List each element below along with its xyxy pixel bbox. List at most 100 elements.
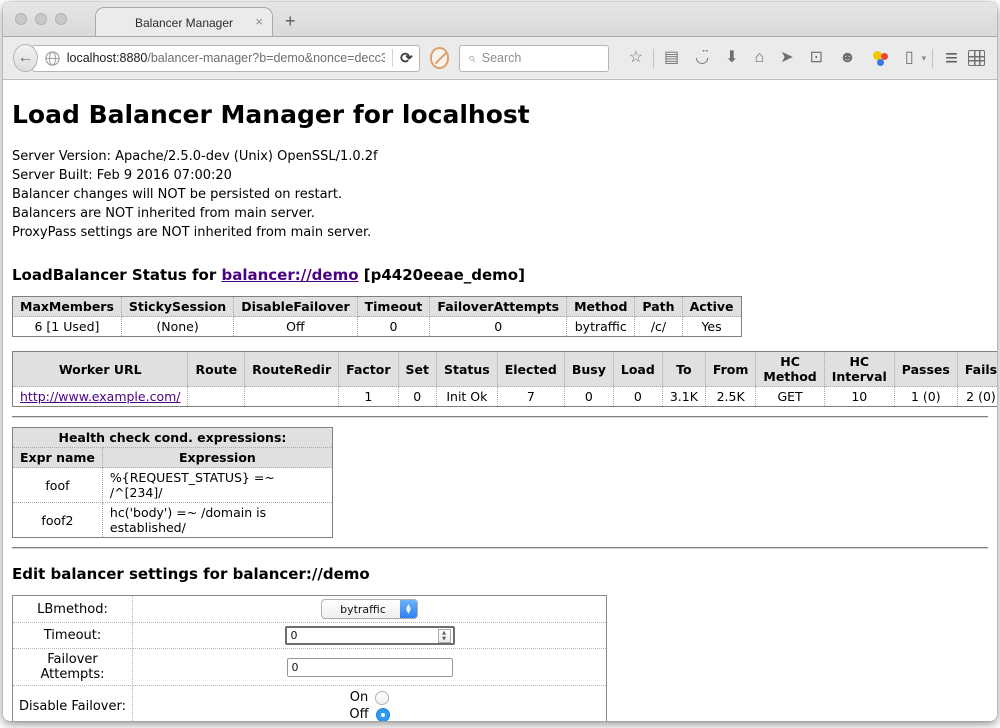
- health-row-foof: foof %{REQUEST_STATUS} =~ /^[234]/: [13, 468, 333, 503]
- col-routeredir: RouteRedir: [245, 352, 339, 387]
- server-version-line: Server Version: Apache/2.5.0-dev (Unix) …: [12, 147, 988, 166]
- window-controls[interactable]: [15, 13, 67, 25]
- browser-window: Balancer Manager × + ← localhost:8880/ba…: [3, 2, 997, 721]
- divider-1: [12, 416, 988, 418]
- content-blocker-icon[interactable]: [430, 47, 450, 69]
- val-load: 0: [613, 387, 662, 407]
- back-button[interactable]: ←: [13, 44, 38, 72]
- col-elected: Elected: [497, 352, 564, 387]
- reload-icon[interactable]: ⟳: [400, 49, 413, 67]
- site-identity-globe-icon: [45, 51, 60, 66]
- col-method: Method: [567, 297, 635, 317]
- val-expr-name-2: foof2: [13, 503, 103, 538]
- page-content: Load Balancer Manager for localhost Serv…: [3, 80, 997, 721]
- minimize-window-button[interactable]: [35, 13, 47, 25]
- urlbar-separator: [392, 49, 393, 67]
- failover-attempts-input[interactable]: [287, 658, 453, 677]
- health-title-row: Health check cond. expressions:: [13, 428, 333, 448]
- toolbar-separator: [653, 49, 654, 68]
- search-icon: ⌕: [468, 50, 475, 66]
- edit-settings-heading: Edit balancer settings for balancer://de…: [12, 565, 988, 583]
- downloads-icon[interactable]: ⬇: [717, 50, 746, 66]
- colored-dots-extension-icon[interactable]: [872, 50, 889, 66]
- bookmark-star-icon[interactable]: ☆: [621, 50, 651, 66]
- proxypass-note-line: ProxyPass settings are NOT inherited fro…: [12, 223, 988, 242]
- col-disablefailover: DisableFailover: [234, 297, 357, 317]
- col-failoverattempts: FailoverAttempts: [430, 297, 567, 317]
- disable-failover-row: Disable Failover: On Off: [13, 686, 607, 722]
- server-built-line: Server Built: Feb 9 2016 07:00:20: [12, 166, 988, 185]
- radio-on-label: On: [350, 689, 368, 706]
- url-text[interactable]: localhost:8880/balancer-manager?b=demo&n…: [67, 51, 385, 65]
- val-status: Init Ok: [437, 387, 498, 407]
- save-page-extension-icon[interactable]: ⊡: [802, 50, 831, 66]
- col-from: From: [705, 352, 756, 387]
- radio-off-label: Off: [349, 706, 368, 721]
- val-disablefailover: Off: [234, 317, 357, 337]
- tab-balancer-manager[interactable]: Balancer Manager ×: [95, 7, 273, 37]
- select-arrows-icon: ▲▼: [400, 600, 417, 618]
- val-hc-interval: 10: [824, 387, 894, 407]
- col-route: Route: [188, 352, 245, 387]
- val-expr-name-1: foof: [13, 468, 103, 503]
- search-placeholder: Search: [482, 51, 522, 65]
- col-passes: Passes: [894, 352, 957, 387]
- worker-header-row: Worker URL Route RouteRedir Factor Set S…: [13, 352, 998, 387]
- new-tab-button[interactable]: +: [285, 11, 296, 32]
- col-factor: Factor: [339, 352, 398, 387]
- search-bar[interactable]: ⌕ Search: [459, 45, 608, 72]
- toolbar-icons: ☆ ▤ ◡̈ ⬇ ⌂ ➤ ⊡ ☻ ▯ ▾ ≡: [621, 48, 987, 68]
- val-set: 0: [398, 387, 436, 407]
- col-expression: Expression: [102, 448, 332, 468]
- timeout-input[interactable]: [285, 626, 455, 645]
- col-status: Status: [437, 352, 498, 387]
- zoom-window-button[interactable]: [55, 13, 67, 25]
- col-to: To: [662, 352, 705, 387]
- timeout-row: Timeout: ▲▼: [13, 623, 607, 649]
- worker-row: http://www.example.com/ 1 0 Init Ok 7 0 …: [13, 387, 998, 407]
- tab-close-icon[interactable]: ×: [255, 15, 263, 29]
- col-path: Path: [635, 297, 682, 317]
- balancer-status-row: 6 [1 Used] (None) Off 0 0 bytraffic /c/ …: [13, 317, 742, 337]
- tab-groups-icon[interactable]: [968, 50, 985, 66]
- overflow-caret-icon[interactable]: ▾: [922, 53, 931, 64]
- col-set: Set: [398, 352, 436, 387]
- send-tab-icon[interactable]: ➤: [772, 50, 801, 66]
- col-maxmembers: MaxMembers: [13, 297, 122, 317]
- balancer-demo-link[interactable]: balancer://demo: [221, 266, 358, 284]
- menu-icon[interactable]: ≡: [935, 48, 968, 68]
- health-header-row: Expr name Expression: [13, 448, 333, 468]
- divider-2: [12, 547, 988, 549]
- pocket-icon[interactable]: ◡̈: [687, 50, 717, 66]
- emoji-extension-icon[interactable]: ☻: [831, 50, 864, 66]
- val-maxmembers: 6 [1 Used]: [13, 317, 122, 337]
- lbmethod-select[interactable]: bytraffic ▲▼: [321, 599, 418, 619]
- url-bar[interactable]: localhost:8880/balancer-manager?b=demo&n…: [32, 45, 420, 72]
- loadbalancer-status-heading: LoadBalancer Status for balancer://demo …: [12, 266, 988, 284]
- col-expr-name: Expr name: [13, 448, 103, 468]
- clipboard-extension-icon[interactable]: ▯: [897, 50, 922, 66]
- close-window-button[interactable]: [15, 13, 27, 25]
- home-icon[interactable]: ⌂: [746, 50, 772, 66]
- val-expression-2: hc('body') =~ /domain is established/: [102, 503, 332, 538]
- tab-bar: Balancer Manager × +: [3, 2, 997, 37]
- val-factor: 1: [339, 387, 398, 407]
- failover-attempts-label: Failover Attempts:: [13, 649, 133, 686]
- val-failoverattempts: 0: [430, 317, 567, 337]
- edit-balancer-form: LBmethod: bytraffic ▲▼ Timeout: ▲▼: [12, 595, 607, 721]
- health-row-foof2: foof2 hc('body') =~ /domain is establish…: [13, 503, 333, 538]
- number-spinner-icon[interactable]: ▲▼: [438, 629, 451, 643]
- tab-title: Balancer Manager: [135, 16, 233, 30]
- val-stickysession: (None): [121, 317, 233, 337]
- col-hc-method: HC Method: [756, 352, 824, 387]
- col-fails: Fails: [957, 352, 997, 387]
- radio-off[interactable]: [376, 708, 390, 722]
- val-method: bytraffic: [567, 317, 635, 337]
- worker-url-link[interactable]: http://www.example.com/: [20, 389, 180, 404]
- val-fails: 2 (0): [957, 387, 997, 407]
- radio-on[interactable]: [375, 691, 389, 705]
- val-passes: 1 (0): [894, 387, 957, 407]
- navigation-toolbar: ← localhost:8880/balancer-manager?b=demo…: [3, 37, 997, 80]
- col-busy: Busy: [564, 352, 613, 387]
- reading-list-icon[interactable]: ▤: [656, 50, 687, 66]
